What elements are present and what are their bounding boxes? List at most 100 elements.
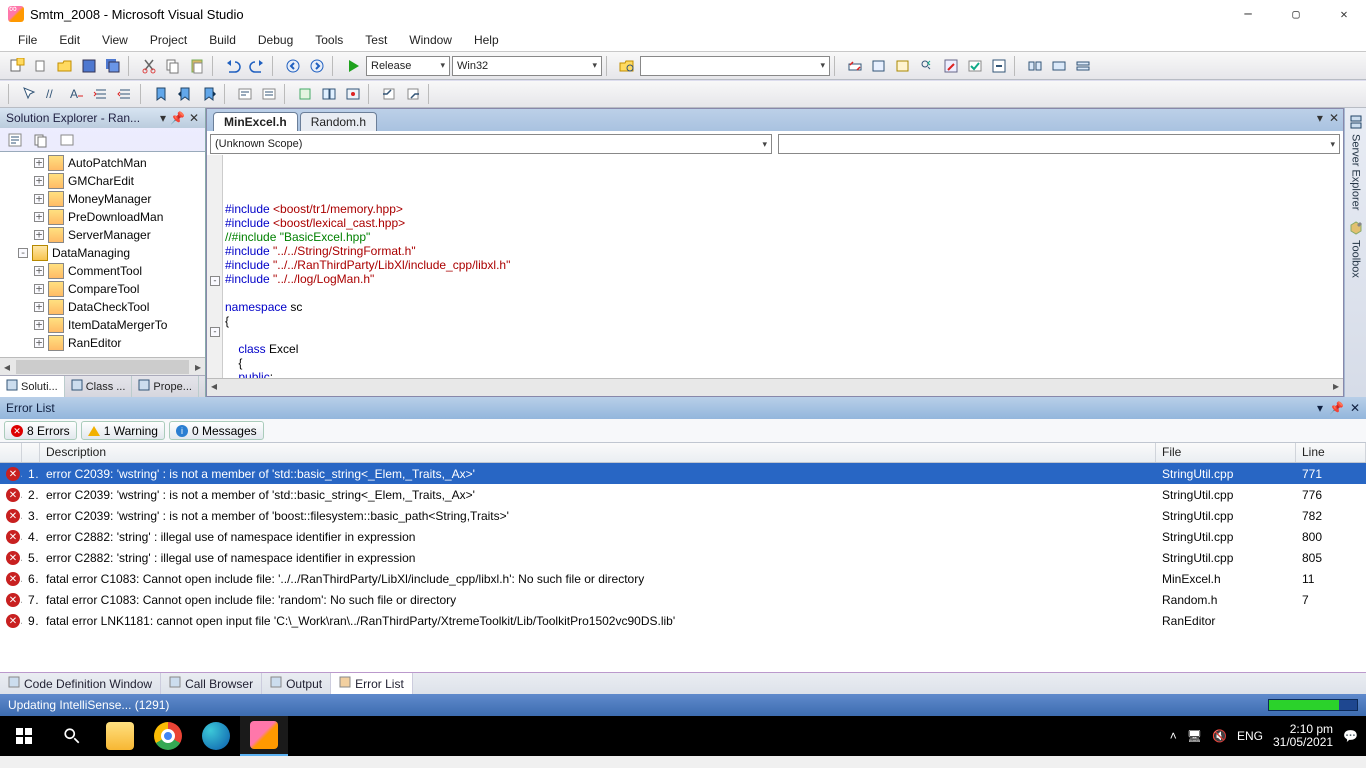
- indent-icon[interactable]: [90, 83, 112, 105]
- properties-icon[interactable]: [4, 129, 26, 151]
- bottom-tab[interactable]: Code Definition Window: [0, 673, 161, 694]
- new-project-icon[interactable]: [6, 55, 28, 77]
- undo-icon[interactable]: [222, 55, 244, 77]
- tray-clock[interactable]: 2:10 pm31/05/2021: [1273, 723, 1333, 749]
- tray-volume-icon[interactable]: 🔇: [1212, 729, 1227, 743]
- error-row[interactable]: ✕5error C2882: 'string' : illegal use of…: [0, 547, 1366, 568]
- error-row[interactable]: ✕6fatal error C1083: Cannot open include…: [0, 568, 1366, 589]
- code-line[interactable]: public:: [225, 370, 1343, 378]
- document-tab[interactable]: MinExcel.h: [213, 112, 298, 131]
- tree-item[interactable]: +GMCharEdit: [2, 172, 203, 190]
- close-button[interactable]: ✕: [1330, 4, 1358, 24]
- menu-window[interactable]: Window: [399, 30, 462, 50]
- bookmark-next-icon[interactable]: [198, 83, 220, 105]
- menu-file[interactable]: File: [8, 30, 47, 50]
- code-editor[interactable]: #include <boost/tr1/memory.hpp>#include …: [207, 155, 1343, 378]
- tree-item[interactable]: +CommentTool: [2, 262, 203, 280]
- tb-btn-b[interactable]: [892, 55, 914, 77]
- code-line[interactable]: {: [225, 314, 1343, 328]
- server-explorer-tab[interactable]: Server Explorer: [1350, 134, 1362, 210]
- tb-btn-i[interactable]: [1072, 55, 1094, 77]
- tree-item[interactable]: +ItemDataMergerTo: [2, 316, 203, 334]
- errors-filter-button[interactable]: ✕8 Errors: [4, 421, 77, 440]
- messages-filter-button[interactable]: i0 Messages: [169, 421, 264, 440]
- tb2-a[interactable]: [234, 83, 256, 105]
- expander-icon[interactable]: +: [34, 176, 44, 186]
- tb-btn-e[interactable]: [964, 55, 986, 77]
- expander-icon[interactable]: +: [34, 302, 44, 312]
- error-row[interactable]: ✕4error C2882: 'string' : illegal use of…: [0, 526, 1366, 547]
- panel-close-icon[interactable]: ✕: [189, 111, 199, 125]
- nav-back-icon[interactable]: [282, 55, 304, 77]
- uncomment-icon[interactable]: A: [66, 83, 88, 105]
- platform-combo[interactable]: Win32: [452, 56, 602, 76]
- expander-icon[interactable]: +: [34, 266, 44, 276]
- tray-chevron-icon[interactable]: ˄: [1170, 729, 1177, 743]
- tb2-f[interactable]: [378, 83, 400, 105]
- fold-icon[interactable]: -: [210, 327, 220, 337]
- document-tab[interactable]: Random.h: [300, 112, 377, 131]
- tree-item[interactable]: -DataManaging: [2, 244, 203, 262]
- outline-gutter[interactable]: [207, 155, 223, 378]
- tb-btn-d[interactable]: [940, 55, 962, 77]
- col-line[interactable]: Line: [1296, 443, 1366, 462]
- tree-item[interactable]: +AutoPatchMan: [2, 154, 203, 172]
- expander-icon[interactable]: +: [34, 212, 44, 222]
- nav-fwd-icon[interactable]: [306, 55, 328, 77]
- expander-icon[interactable]: +: [34, 194, 44, 204]
- tb-btn-h[interactable]: [1048, 55, 1070, 77]
- tray-network-icon[interactable]: 🖥: [1187, 729, 1202, 743]
- error-row[interactable]: ✕1error C2039: 'wstring' : is not a memb…: [0, 463, 1366, 484]
- taskbar-edge-icon[interactable]: [192, 716, 240, 756]
- bottom-tab[interactable]: Output: [262, 673, 331, 694]
- comment-icon[interactable]: //: [42, 83, 64, 105]
- taskbar-explorer-icon[interactable]: [96, 716, 144, 756]
- tree-item[interactable]: +DataCheckTool: [2, 298, 203, 316]
- error-row[interactable]: ✕7fatal error C1083: Cannot open include…: [0, 589, 1366, 610]
- h-scrollbar[interactable]: ◂▸: [0, 357, 205, 375]
- tb2-c[interactable]: [294, 83, 316, 105]
- taskbar-search-icon[interactable]: [48, 716, 96, 756]
- server-explorer-icon[interactable]: [1348, 114, 1364, 130]
- find-combo[interactable]: [640, 56, 830, 76]
- cut-icon[interactable]: [138, 55, 160, 77]
- tb-btn-g[interactable]: [1024, 55, 1046, 77]
- tab-dropdown-icon[interactable]: ▾: [1317, 111, 1323, 125]
- tb-btn-a[interactable]: [868, 55, 890, 77]
- code-line[interactable]: namespace sc: [225, 300, 1343, 314]
- menu-help[interactable]: Help: [464, 30, 509, 50]
- pin-icon[interactable]: 📌: [170, 111, 185, 125]
- col-file[interactable]: File: [1156, 443, 1296, 462]
- code-line[interactable]: //#include "BasicExcel.hpp": [225, 230, 1343, 244]
- error-row[interactable]: ✕9fatal error LNK1181: cannot open input…: [0, 610, 1366, 631]
- open-icon[interactable]: [54, 55, 76, 77]
- tree-item[interactable]: +ServerManager: [2, 226, 203, 244]
- taskbar-vs-icon[interactable]: [240, 716, 288, 756]
- col-description[interactable]: Description: [40, 443, 1156, 462]
- bottom-tab[interactable]: Call Browser: [161, 673, 262, 694]
- cursor-icon[interactable]: [18, 83, 40, 105]
- tree-item[interactable]: +PreDownloadMan: [2, 208, 203, 226]
- bookmark-icon[interactable]: [150, 83, 172, 105]
- tree-item[interactable]: +MoneyManager: [2, 190, 203, 208]
- menu-build[interactable]: Build: [199, 30, 246, 50]
- code-line[interactable]: #include "../../String/StringFormat.h": [225, 244, 1343, 258]
- tree-item[interactable]: +CompareTool: [2, 280, 203, 298]
- error-row[interactable]: ✕3error C2039: 'wstring' : is not a memb…: [0, 505, 1366, 526]
- add-item-icon[interactable]: [30, 55, 52, 77]
- warnings-filter-button[interactable]: 1 Warning: [81, 421, 165, 440]
- expander-icon[interactable]: +: [34, 230, 44, 240]
- menu-tools[interactable]: Tools: [305, 30, 353, 50]
- tb-btn-c[interactable]: [916, 55, 938, 77]
- tb2-d[interactable]: [318, 83, 340, 105]
- code-line[interactable]: [225, 286, 1343, 300]
- toolbox-tab[interactable]: Toolbox: [1350, 240, 1362, 278]
- expander-icon[interactable]: +: [34, 158, 44, 168]
- tray-notifications-icon[interactable]: 💬: [1343, 729, 1358, 743]
- side-tab[interactable]: Prope...: [132, 376, 199, 397]
- el-pin-icon[interactable]: 📌: [1329, 401, 1344, 415]
- tree-item[interactable]: +RanEditor: [2, 334, 203, 352]
- expander-icon[interactable]: +: [34, 284, 44, 294]
- tray-language[interactable]: ENG: [1237, 729, 1263, 743]
- minimize-button[interactable]: ─: [1234, 4, 1262, 24]
